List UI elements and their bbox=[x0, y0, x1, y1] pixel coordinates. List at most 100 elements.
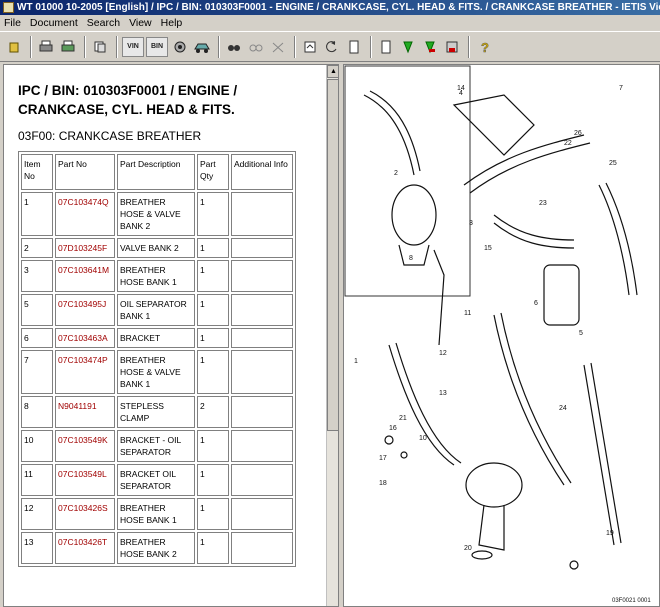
table-row[interactable]: 6 07C103463A BRACKET 1 bbox=[21, 328, 293, 348]
bookmark-green-icon[interactable] bbox=[398, 36, 418, 57]
part-no-link[interactable]: 07D103245F bbox=[55, 238, 115, 258]
menu-document[interactable]: Document bbox=[30, 17, 78, 29]
menu-search[interactable]: Search bbox=[87, 17, 120, 29]
callout-label[interactable]: 6 bbox=[534, 300, 538, 307]
part-no-link[interactable]: 07C103549L bbox=[55, 464, 115, 496]
callout-label[interactable]: 11 bbox=[464, 310, 471, 317]
engine-icon[interactable] bbox=[170, 36, 190, 57]
document-title-line-2: CRANKCASE, CYL. HEAD & FITS. bbox=[18, 102, 235, 117]
parts-table: Item No Part No Part Description Part Qt… bbox=[18, 151, 296, 567]
part-no-link[interactable]: 07C103495J bbox=[55, 294, 115, 326]
callout-label[interactable]: 8 bbox=[409, 255, 413, 262]
additional-info-cell bbox=[231, 260, 293, 292]
callout-label[interactable]: 24 bbox=[559, 405, 567, 412]
callout-label[interactable]: 14 bbox=[457, 85, 465, 92]
part-no-link[interactable]: 07C103463A bbox=[55, 328, 115, 348]
callout-label[interactable]: 5 bbox=[579, 330, 583, 337]
part-qty-cell: 1 bbox=[197, 238, 229, 258]
bookmark-red-icon[interactable] bbox=[420, 36, 440, 57]
table-row[interactable]: 13 07C103426T BREATHER HOSE BANK 21 bbox=[21, 532, 293, 564]
table-row[interactable]: 11 07C103549L BRACKET OIL SEPARATOR 1 bbox=[21, 464, 293, 496]
document-icon[interactable] bbox=[344, 36, 364, 57]
toolbar-separator bbox=[30, 35, 32, 58]
callout-label[interactable]: 23 bbox=[539, 200, 547, 207]
scrollbar-thumb[interactable] bbox=[327, 79, 338, 431]
part-no-link[interactable]: 07C103426S bbox=[55, 498, 115, 530]
callout-label[interactable]: 19 bbox=[606, 530, 614, 537]
callout-label[interactable]: 10 bbox=[419, 435, 427, 442]
stepless-clamp bbox=[471, 550, 493, 560]
hose-bank-2-lower bbox=[583, 364, 615, 546]
section-title: 03F00: CRANKCASE BREATHER bbox=[18, 129, 202, 143]
toolbar-separator bbox=[84, 35, 86, 58]
callout-label[interactable]: 25 bbox=[609, 160, 617, 167]
callout-label[interactable]: 21 bbox=[399, 415, 407, 422]
table-row[interactable]: 10 07C103549K BRACKET - OIL SEPARATOR 1 bbox=[21, 430, 293, 462]
print-icon[interactable] bbox=[36, 36, 56, 57]
new-page-icon[interactable] bbox=[376, 36, 396, 57]
part-no-link[interactable]: N9041191 bbox=[55, 396, 115, 428]
hose-right-edge bbox=[605, 182, 638, 296]
scroll-up-arrow-icon[interactable]: ▲ bbox=[327, 65, 338, 78]
callout-label[interactable]: 13 bbox=[439, 390, 447, 397]
help-icon[interactable]: ? bbox=[474, 36, 494, 57]
breather-hose-lower-edge bbox=[500, 312, 572, 484]
part-no-link[interactable]: 07C103474P bbox=[55, 350, 115, 394]
back-icon[interactable] bbox=[322, 36, 342, 57]
item-no-cell: 10 bbox=[21, 430, 53, 462]
copy-icon[interactable] bbox=[90, 36, 110, 57]
window-title: WT 01000 10-2005 [English] / IPC / BIN: … bbox=[17, 2, 660, 13]
valve-bank bbox=[465, 462, 523, 508]
find-next-icon[interactable] bbox=[246, 36, 266, 57]
breather-hose-lower bbox=[493, 314, 565, 486]
washer bbox=[400, 451, 408, 459]
item-no-cell: 7 bbox=[21, 350, 53, 394]
vin-button[interactable]: VIN bbox=[122, 36, 144, 57]
part-no-link[interactable]: 07C103641M bbox=[55, 260, 115, 292]
table-row[interactable]: 1 07C103474Q BREATHER HOSE & VALVE BANK 21 bbox=[21, 192, 293, 236]
callout-label[interactable]: 17 bbox=[379, 455, 387, 462]
part-no-link[interactable]: 07C103474Q bbox=[55, 192, 115, 236]
callout-label[interactable]: 7 bbox=[619, 85, 623, 92]
parts-table-body: 1 07C103474Q BREATHER HOSE & VALVE BANK 21… bbox=[21, 192, 293, 564]
vehicle-icon[interactable] bbox=[192, 36, 212, 57]
callout-label[interactable]: 22 bbox=[564, 140, 572, 147]
callout-label[interactable]: 20 bbox=[464, 545, 472, 552]
svg-text:?: ? bbox=[481, 40, 489, 54]
callout-label[interactable]: 15 bbox=[484, 245, 492, 252]
table-row[interactable]: 8 N9041191 STEPLESS CLAMP 2 bbox=[21, 396, 293, 428]
menu-help[interactable]: Help bbox=[161, 17, 183, 29]
table-row[interactable]: 5 07C103495J OIL SEPARATOR BANK 11 bbox=[21, 294, 293, 326]
part-description-cell: OIL SEPARATOR BANK 1 bbox=[117, 294, 195, 326]
save-icon[interactable] bbox=[442, 36, 462, 57]
find-previous-icon[interactable] bbox=[268, 36, 288, 57]
table-row[interactable]: 12 07C103426S BREATHER HOSE BANK 11 bbox=[21, 498, 293, 530]
part-description-cell: BREATHER HOSE & VALVE BANK 1 bbox=[117, 350, 195, 394]
page-up-icon[interactable] bbox=[300, 36, 320, 57]
menu-file[interactable]: File bbox=[4, 17, 21, 29]
part-qty-cell: 2 bbox=[197, 396, 229, 428]
breather-hose-left-edge bbox=[395, 342, 462, 464]
callout-label[interactable]: 16 bbox=[389, 425, 397, 432]
part-no-link[interactable]: 07C103426T bbox=[55, 532, 115, 564]
open-icon[interactable] bbox=[4, 36, 24, 57]
table-row[interactable]: 7 07C103474P BREATHER HOSE & VALVE BANK 11 bbox=[21, 350, 293, 394]
menu-view[interactable]: View bbox=[129, 17, 152, 29]
table-row[interactable]: 2 07D103245F VALVE BANK 21 bbox=[21, 238, 293, 258]
print-preview-icon[interactable] bbox=[58, 36, 78, 57]
part-no-link[interactable]: 07C103549K bbox=[55, 430, 115, 462]
callout-label[interactable]: 1 bbox=[354, 358, 358, 365]
callout-label[interactable]: 26 bbox=[574, 130, 582, 137]
find-icon[interactable] bbox=[224, 36, 244, 57]
callout-label[interactable]: 12 bbox=[439, 350, 447, 357]
valve-outlet bbox=[478, 504, 505, 551]
callout-label[interactable]: 18 bbox=[379, 480, 387, 487]
additional-info-cell bbox=[231, 396, 293, 428]
table-row[interactable]: 3 07C103641M BREATHER HOSE BANK 11 bbox=[21, 260, 293, 292]
additional-info-cell bbox=[231, 430, 293, 462]
vertical-scrollbar[interactable]: ▲ bbox=[326, 65, 338, 606]
item-no-cell: 6 bbox=[21, 328, 53, 348]
callout-label[interactable]: 2 bbox=[394, 170, 398, 177]
callout-label[interactable]: 3 bbox=[469, 220, 473, 227]
bin-button[interactable]: BIN bbox=[146, 36, 168, 57]
